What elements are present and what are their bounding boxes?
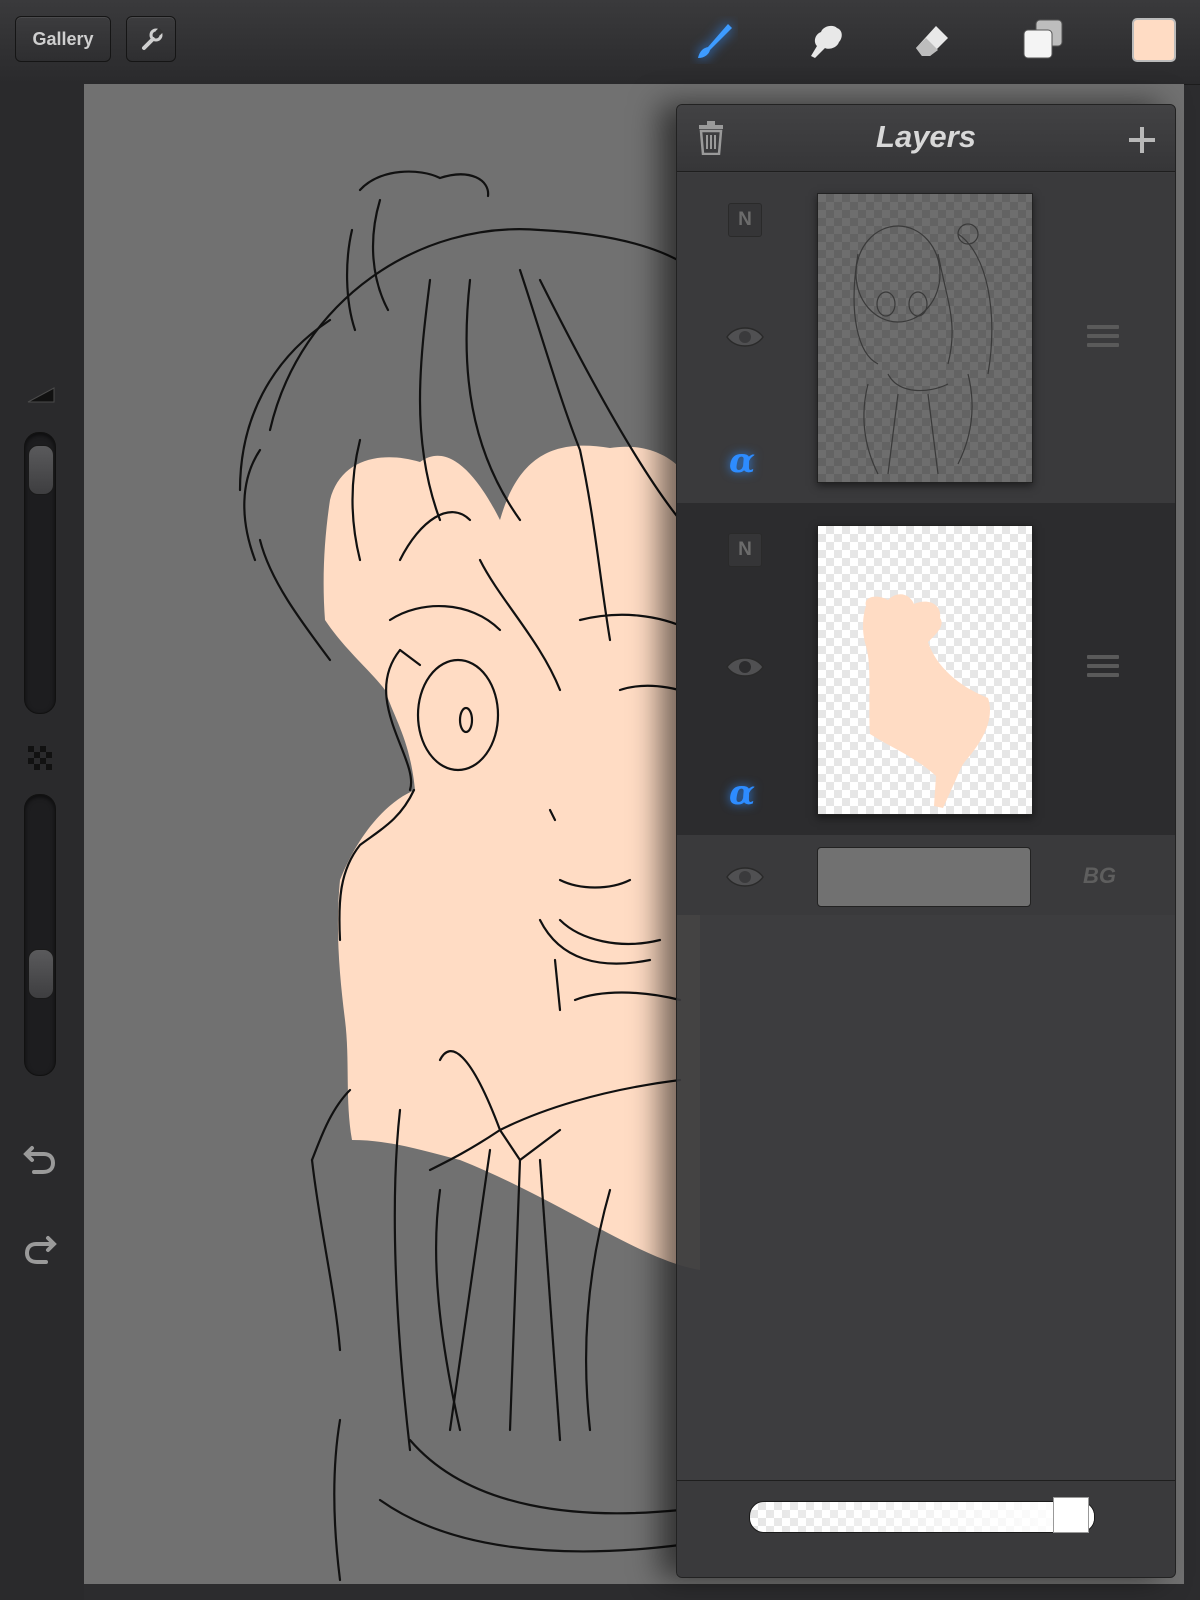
eraser-icon xyxy=(916,26,948,56)
alpha-lock-toggle[interactable]: α xyxy=(729,441,755,481)
layers-tool-button[interactable] xyxy=(1016,12,1072,68)
layers-panel-title: Layers xyxy=(876,119,976,154)
eye-icon[interactable] xyxy=(725,323,765,351)
skin-fill-thumbnail-shape xyxy=(863,594,990,808)
layer-opacity-knob[interactable] xyxy=(1052,1497,1089,1533)
top-toolbar: Gallery xyxy=(0,0,1200,104)
left-sidebar xyxy=(0,84,84,1600)
blend-mode-badge[interactable]: N xyxy=(728,533,762,567)
redo-icon[interactable] xyxy=(22,1232,58,1268)
opacity-checker-icon xyxy=(28,746,52,770)
gallery-button[interactable]: Gallery xyxy=(15,16,111,62)
layer-row-skin-fill[interactable]: N α xyxy=(677,503,1175,836)
eye-icon[interactable] xyxy=(725,653,765,681)
layer-row-background[interactable]: BG xyxy=(677,835,1175,915)
background-color-swatch[interactable] xyxy=(817,847,1031,907)
blend-mode-badge[interactable]: N xyxy=(728,203,762,237)
smudge-tool-button[interactable] xyxy=(797,12,853,68)
layer-thumbnail-lineart xyxy=(817,193,1033,483)
eraser-tool-button[interactable] xyxy=(904,12,960,68)
brush-opacity-knob[interactable] xyxy=(28,949,54,1000)
wrench-icon xyxy=(142,27,164,50)
brush-opacity-slider[interactable] xyxy=(24,794,56,1076)
layer-row-lineart[interactable]: N α xyxy=(677,173,1175,504)
color-swatch-button[interactable] xyxy=(1132,18,1176,62)
brush-size-slider[interactable] xyxy=(24,432,56,714)
reorder-handle[interactable] xyxy=(1087,655,1119,681)
layer-opacity-slider[interactable] xyxy=(749,1501,1095,1533)
layer-opacity-bar xyxy=(677,1480,1175,1577)
brush-size-knob[interactable] xyxy=(28,445,54,496)
layers-panel: Layers N α N α BG xyxy=(676,104,1176,1578)
layer-thumbnail-skin-fill xyxy=(817,525,1033,815)
brush-tool-button[interactable] xyxy=(686,12,742,68)
layers-panel-header: Layers xyxy=(677,105,1175,172)
settings-button[interactable] xyxy=(126,16,176,62)
plus-icon[interactable] xyxy=(1127,125,1157,155)
brush-icon xyxy=(698,24,732,58)
layers-icon xyxy=(1023,19,1063,59)
reorder-handle[interactable] xyxy=(1087,325,1119,351)
lineart-thumbnail-sketch xyxy=(853,223,993,475)
brush-size-icon xyxy=(27,387,55,403)
alpha-lock-toggle[interactable]: α xyxy=(729,773,755,813)
background-layer-label: BG xyxy=(1083,863,1116,888)
opacity-gradient xyxy=(750,1502,1094,1532)
smudge-icon xyxy=(811,25,842,58)
eye-icon[interactable] xyxy=(725,863,765,891)
undo-icon[interactable] xyxy=(22,1142,58,1178)
